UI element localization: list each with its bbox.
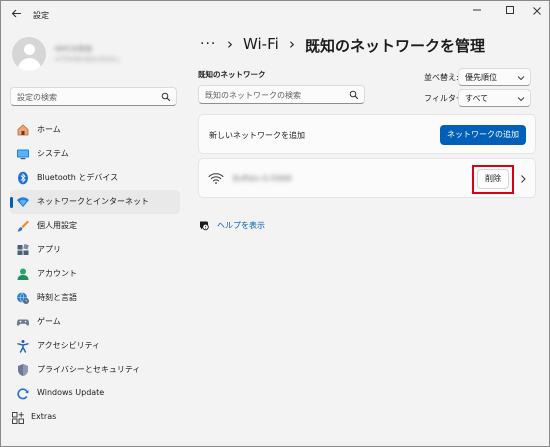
sidebar-item-label: 時刻と言語 — [37, 293, 77, 302]
close-icon — [533, 7, 541, 15]
title-bar: 設定 — [1, 1, 549, 31]
sidebar-item-label: ネットワークとインターネット — [37, 197, 149, 206]
settings-search-placeholder: 設定の検索 — [17, 93, 57, 102]
back-button[interactable] — [7, 7, 25, 25]
sidebar-item-system[interactable]: システム — [10, 142, 180, 166]
add-network-button[interactable]: ネットワークの追加 — [440, 125, 526, 145]
sort-value: 優先順位 — [465, 73, 497, 82]
sort-dropdown[interactable]: 優先順位 — [458, 68, 531, 86]
help-icon — [200, 221, 209, 231]
search-icon — [161, 92, 171, 102]
sidebar-item-label: ゲーム — [37, 317, 61, 326]
avatar[interactable] — [12, 37, 46, 71]
known-network-row[interactable]: Buffalo-G-D9A8 削除 — [198, 158, 536, 198]
bluetooth-icon — [18, 171, 28, 185]
known-networks-label: 既知のネットワーク — [198, 70, 266, 79]
sidebar-item-windows-update[interactable]: Windows Update — [10, 382, 180, 406]
sidebar-item-label: アクセシビリティ — [37, 341, 101, 350]
shield-icon — [18, 364, 28, 376]
network-name: Buffalo-G-D9A8 — [233, 174, 292, 183]
sidebar-item-accessibility[interactable]: アクセシビリティ — [10, 334, 180, 358]
search-icon — [349, 90, 359, 100]
add-network-card: 新しいネットワークを追加 ネットワークの追加 — [198, 114, 536, 154]
network-icon — [17, 197, 29, 207]
sidebar-item-label: プライバシーとセキュリティ — [37, 365, 141, 374]
filter-dropdown[interactable]: すべて — [458, 89, 531, 107]
chevron-right-icon[interactable] — [519, 174, 527, 184]
sidebar-item-extras[interactable]: Extras — [10, 406, 180, 430]
settings-search-input[interactable]: 設定の検索 — [10, 87, 177, 106]
settings-window: 設定 NMCW家族 a7f30d8ed@outlook.jp 設定の検索 ホーム… — [0, 0, 550, 447]
gamepad-icon — [16, 319, 30, 326]
breadcrumb-more-button[interactable]: ··· — [200, 36, 216, 52]
person-icon — [17, 268, 29, 280]
arrow-left-icon — [11, 9, 21, 18]
app-title: 設定 — [33, 11, 49, 20]
globe-clock-icon — [17, 292, 29, 304]
sidebar-item-bluetooth[interactable]: Bluetooth とデバイス — [10, 166, 180, 190]
breadcrumb-wifi-link[interactable]: Wi-Fi — [243, 35, 279, 53]
apps-icon — [17, 244, 29, 255]
chevron-down-icon — [517, 97, 525, 102]
chevron-down-icon — [517, 76, 525, 81]
maximize-icon — [506, 6, 514, 14]
sidebar-item-label: ホーム — [37, 125, 61, 134]
sidebar-item-label: アプリ — [37, 245, 61, 254]
sidebar-item-label: 個人用設定 — [37, 221, 77, 230]
accessibility-icon — [17, 340, 29, 353]
sidebar-item-apps[interactable]: アプリ — [10, 238, 180, 262]
sidebar-item-label: Windows Update — [37, 388, 105, 397]
minimize-button[interactable] — [463, 4, 491, 22]
home-icon — [17, 124, 29, 136]
breadcrumb-separator: › — [289, 35, 295, 53]
sidebar-nav: ホーム システム Bluetooth とデバイス ネットワークとインターネット … — [10, 118, 180, 430]
help-link[interactable]: ヘルプを表示 — [217, 220, 265, 231]
highlight-box — [472, 165, 514, 194]
sidebar-item-home[interactable]: ホーム — [10, 118, 180, 142]
minimize-icon — [473, 9, 481, 11]
sidebar-item-label: システム — [37, 149, 69, 158]
sidebar-item-label: アカウント — [37, 269, 77, 278]
sidebar-item-network[interactable]: ネットワークとインターネット — [10, 190, 180, 214]
breadcrumb-separator: › — [227, 35, 233, 53]
close-button[interactable] — [523, 4, 549, 22]
sidebar-item-personalization[interactable]: 個人用設定 — [10, 214, 180, 238]
known-networks-search-placeholder: 既知のネットワークの検索 — [205, 91, 301, 100]
sidebar-item-privacy[interactable]: プライバシーとセキュリティ — [10, 358, 180, 382]
monitor-icon — [17, 149, 29, 160]
sidebar-item-label: Extras — [31, 412, 57, 421]
add-network-text: 新しいネットワークを追加 — [209, 131, 305, 140]
sidebar-item-time-language[interactable]: 時刻と言語 — [10, 286, 180, 310]
filter-value: すべて — [465, 94, 489, 103]
known-networks-search-input[interactable]: 既知のネットワークの検索 — [198, 85, 365, 104]
update-icon — [17, 388, 29, 400]
sidebar-item-label: Bluetooth とデバイス — [37, 173, 119, 182]
sidebar-item-gaming[interactable]: ゲーム — [10, 310, 180, 334]
paintbrush-icon — [17, 220, 29, 232]
maximize-button[interactable] — [496, 4, 524, 22]
sort-label: 並べ替え: — [424, 73, 459, 82]
wifi-icon — [208, 173, 224, 184]
profile-name: NMCW家族 — [55, 45, 93, 52]
sidebar-item-accounts[interactable]: アカウント — [10, 262, 180, 286]
extras-icon — [12, 412, 24, 424]
page-title: 既知のネットワークを管理 — [305, 37, 486, 55]
profile-email: a7f30d8ed@outlook.jp — [55, 56, 119, 63]
